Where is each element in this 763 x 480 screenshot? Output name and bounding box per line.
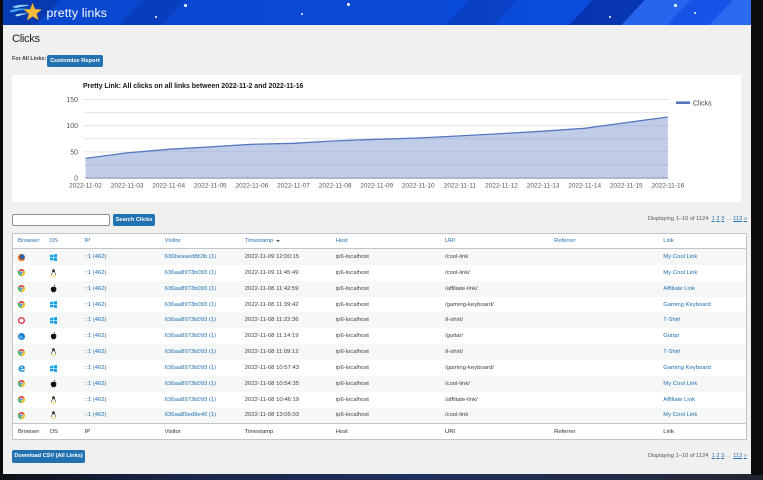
svg-text:2022-11-14: 2022-11-14 bbox=[568, 182, 601, 189]
svg-text:2022-11-12: 2022-11-12 bbox=[485, 182, 518, 189]
svg-text:2022-11-03: 2022-11-03 bbox=[111, 182, 144, 189]
svg-text:2022-11-07: 2022-11-07 bbox=[277, 182, 310, 189]
svg-text:100: 100 bbox=[66, 123, 78, 130]
svg-text:150: 150 bbox=[66, 97, 78, 104]
svg-text:2022-11-08: 2022-11-08 bbox=[319, 182, 352, 189]
svg-text:pretty links: pretty links bbox=[47, 6, 108, 20]
svg-text:2022-11-06: 2022-11-06 bbox=[236, 182, 269, 189]
svg-text:2022-11-10: 2022-11-10 bbox=[402, 182, 435, 189]
svg-text:2022-11-05: 2022-11-05 bbox=[194, 182, 227, 189]
svg-text:2022-11-16: 2022-11-16 bbox=[652, 182, 685, 189]
svg-text:2022-11-13: 2022-11-13 bbox=[527, 182, 560, 189]
svg-text:2022-11-15: 2022-11-15 bbox=[610, 182, 643, 189]
svg-text:2022-11-09: 2022-11-09 bbox=[360, 182, 393, 189]
svg-text:50: 50 bbox=[70, 149, 78, 156]
svg-text:2022-11-02: 2022-11-02 bbox=[69, 182, 102, 189]
svg-text:2022-11-04: 2022-11-04 bbox=[152, 182, 185, 189]
svg-text:Clicks: Clicks bbox=[693, 100, 712, 107]
svg-text:Pretty Link: All clicks on all: Pretty Link: All clicks on all links bet… bbox=[83, 82, 304, 89]
svg-text:2022-11-11: 2022-11-11 bbox=[444, 182, 477, 189]
